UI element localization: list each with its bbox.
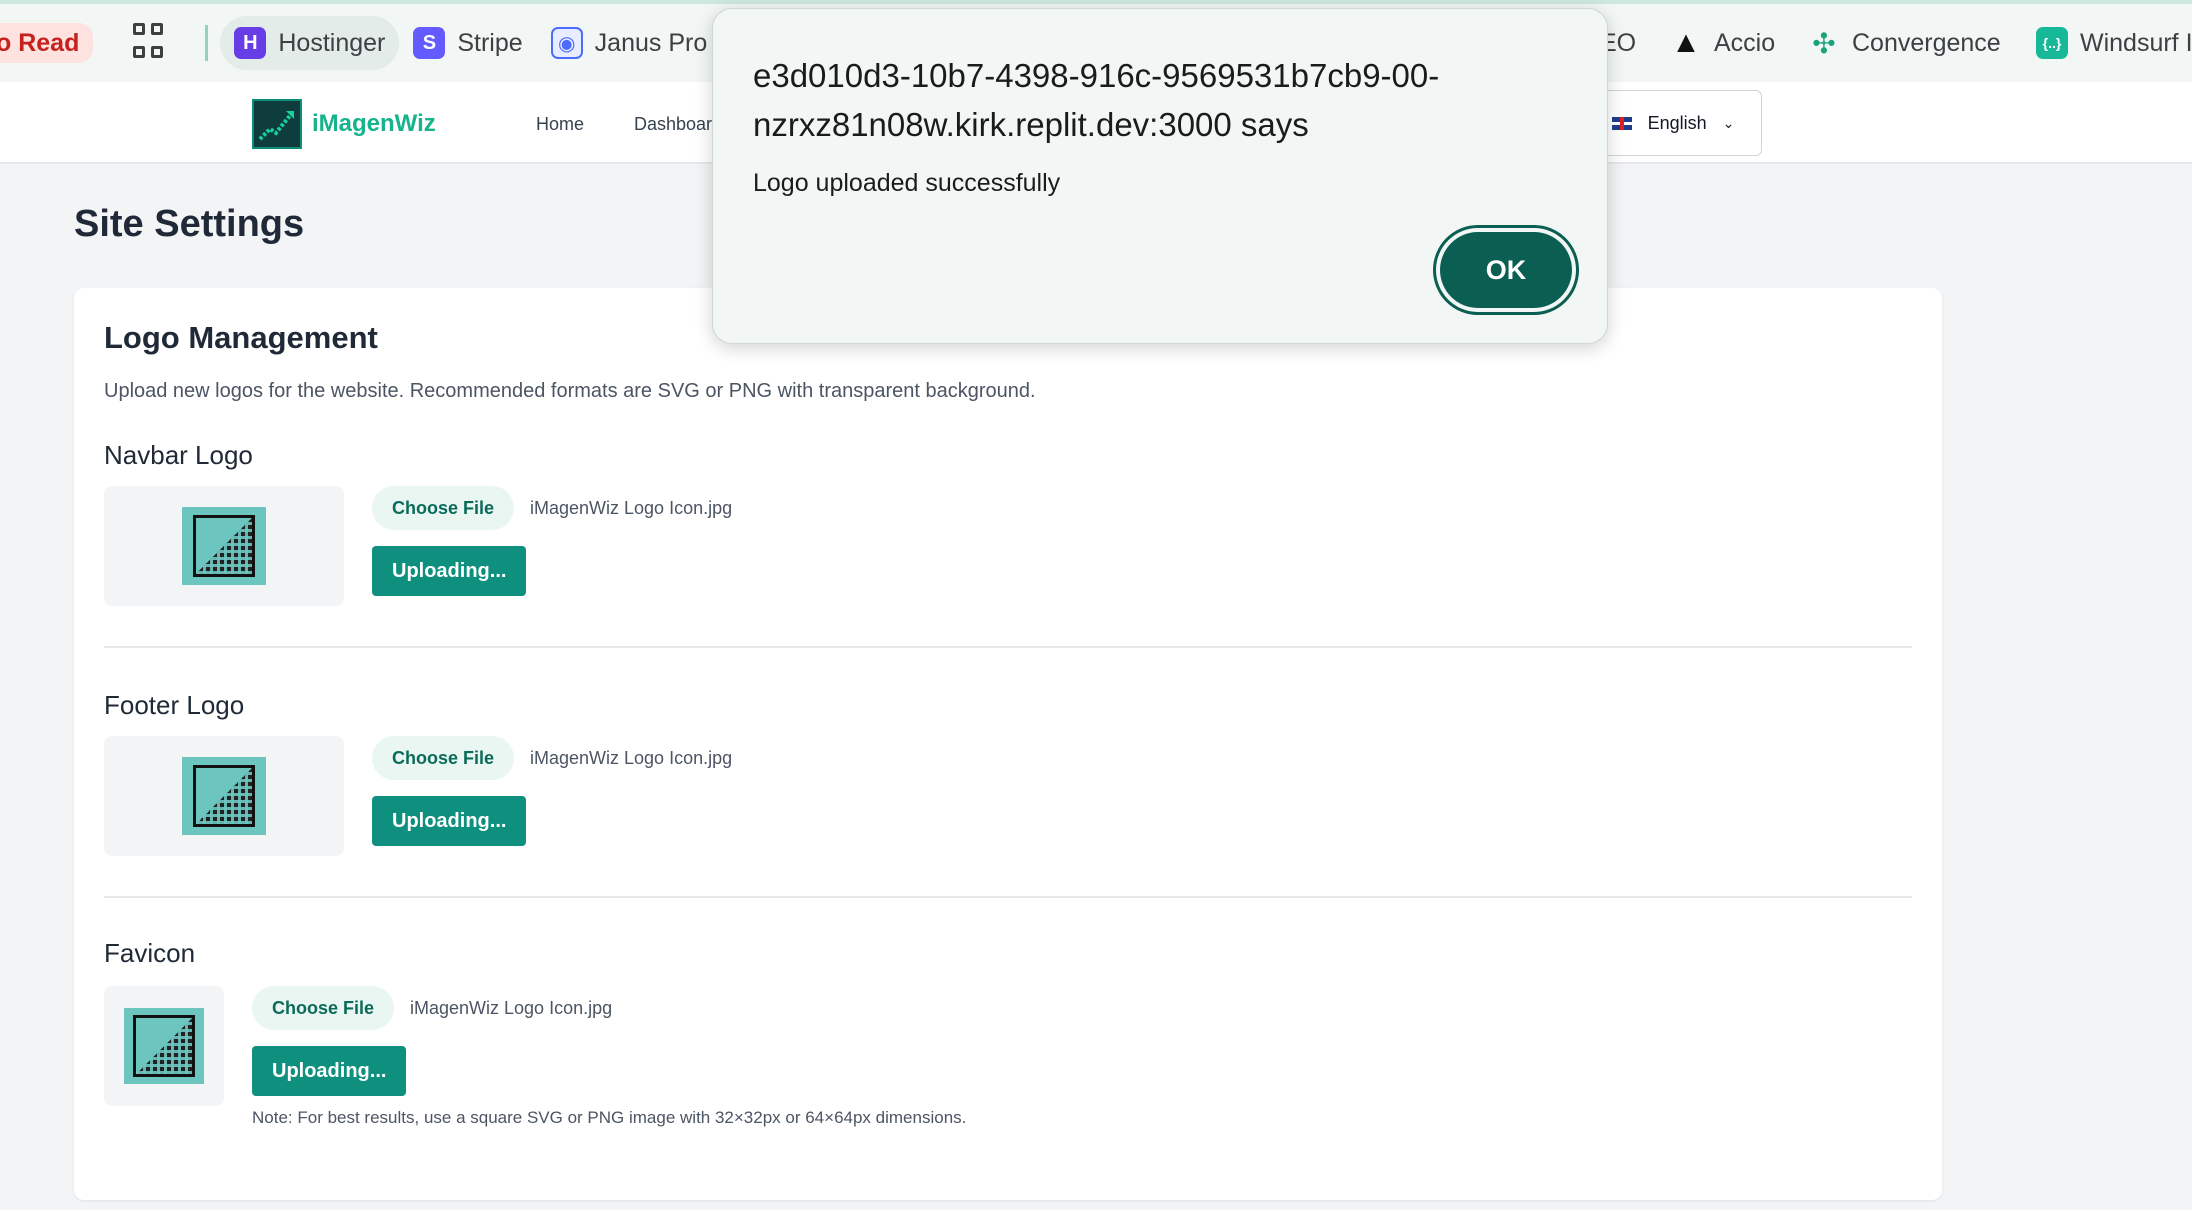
favicon-choose-file-button[interactable]: Choose File [252,986,395,1030]
logo-thumbnail [182,507,266,585]
favicon-preview [104,986,224,1106]
navbar-logo-title: Navbar Logo [104,440,253,470]
bookmark-label: Accio [1714,28,1776,57]
stripe-icon: S [413,27,446,59]
bookmark-label: Janus Pro [594,28,708,57]
footer-logo-choose-file-button[interactable]: Choose File [372,736,515,780]
footer-logo-file-name: iMagenWiz Logo Icon.jpg [530,748,733,768]
bookmark-read[interactable]: o Read [0,23,94,63]
page-title: Site Settings [74,203,305,245]
card-title: Logo Management [104,320,378,355]
card-description: Upload new logos for the website. Recomm… [104,380,1036,402]
navbar-logo-file-name: iMagenWiz Logo Icon.jpg [530,498,733,518]
bookmark-label: Convergence [1852,28,2001,57]
nav-link-home[interactable]: Home [536,114,584,135]
bookmark-accio[interactable]: ▲ Accio [1656,16,1789,70]
brand-name: iMagenWiz [312,110,436,137]
bookmark-label: Hostinger [278,28,386,57]
logo-management-card: Logo Management Upload new logos for the… [74,288,1942,1200]
bookmark-convergence[interactable]: ✣ Convergence [1794,16,2015,70]
accio-icon: ▲ [1671,26,1701,59]
favicon-note: Note: For best results, use a square SVG… [252,1108,967,1127]
favicon-file-name: iMagenWiz Logo Icon.jpg [410,998,613,1018]
navbar-logo-choose-file-button[interactable]: Choose File [372,486,515,530]
windsurf-icon: {..} [2036,27,2068,59]
bookmark-label: Stripe [457,28,523,57]
footer-logo-upload-button[interactable]: Uploading... [372,796,527,846]
navbar-logo-preview [104,486,344,606]
hostinger-icon: H [234,27,267,59]
bookmark-label: Windsurf I [2080,28,2192,57]
bookmark-windsurf[interactable]: {..} Windsurf I [2022,16,2192,70]
janus-icon: ◉ [550,27,583,59]
nav-link-dashboard[interactable]: Dashboar [634,114,712,135]
bookmark-hostinger[interactable]: H Hostinger [220,16,400,70]
alert-dialog: e3d010d3-10b7-4398-916c-9569531b7cb9-00-… [712,8,1608,344]
footer-logo-preview [104,736,344,856]
navbar-logo-upload-button[interactable]: Uploading... [372,546,527,596]
dialog-message: Logo uploaded successfully [753,169,1061,197]
brand-logo[interactable]: iMagenWiz [252,99,436,149]
logo-thumbnail [182,757,266,835]
bookmark-stripe[interactable]: S Stripe [399,16,536,70]
section-divider [104,646,1912,648]
footer-logo-title: Footer Logo [104,690,245,720]
uk-flag-icon [1611,116,1632,130]
logo-thumbnail [124,1008,204,1084]
bookmark-janus-pro[interactable]: ◉ Janus Pro [537,16,722,70]
imagenwiz-logo-icon [252,99,302,149]
ok-button[interactable]: OK [1440,232,1572,308]
language-selector[interactable]: English ⌄ [1584,90,1762,156]
bookmark-separator [205,25,209,61]
section-divider [104,896,1912,898]
favicon-upload-button[interactable]: Uploading... [252,1046,407,1096]
favicon-title: Favicon [104,938,196,968]
language-label: English [1647,112,1707,133]
chevron-down-icon: ⌄ [1722,114,1735,131]
convergence-icon: ✣ [1812,27,1836,59]
ok-button-focus-ring: OK [1433,225,1579,315]
apps-grid-icon[interactable] [133,23,173,63]
dialog-title: e3d010d3-10b7-4398-916c-9569531b7cb9-00-… [753,57,1440,143]
bookmark-label: o Read [0,28,80,57]
